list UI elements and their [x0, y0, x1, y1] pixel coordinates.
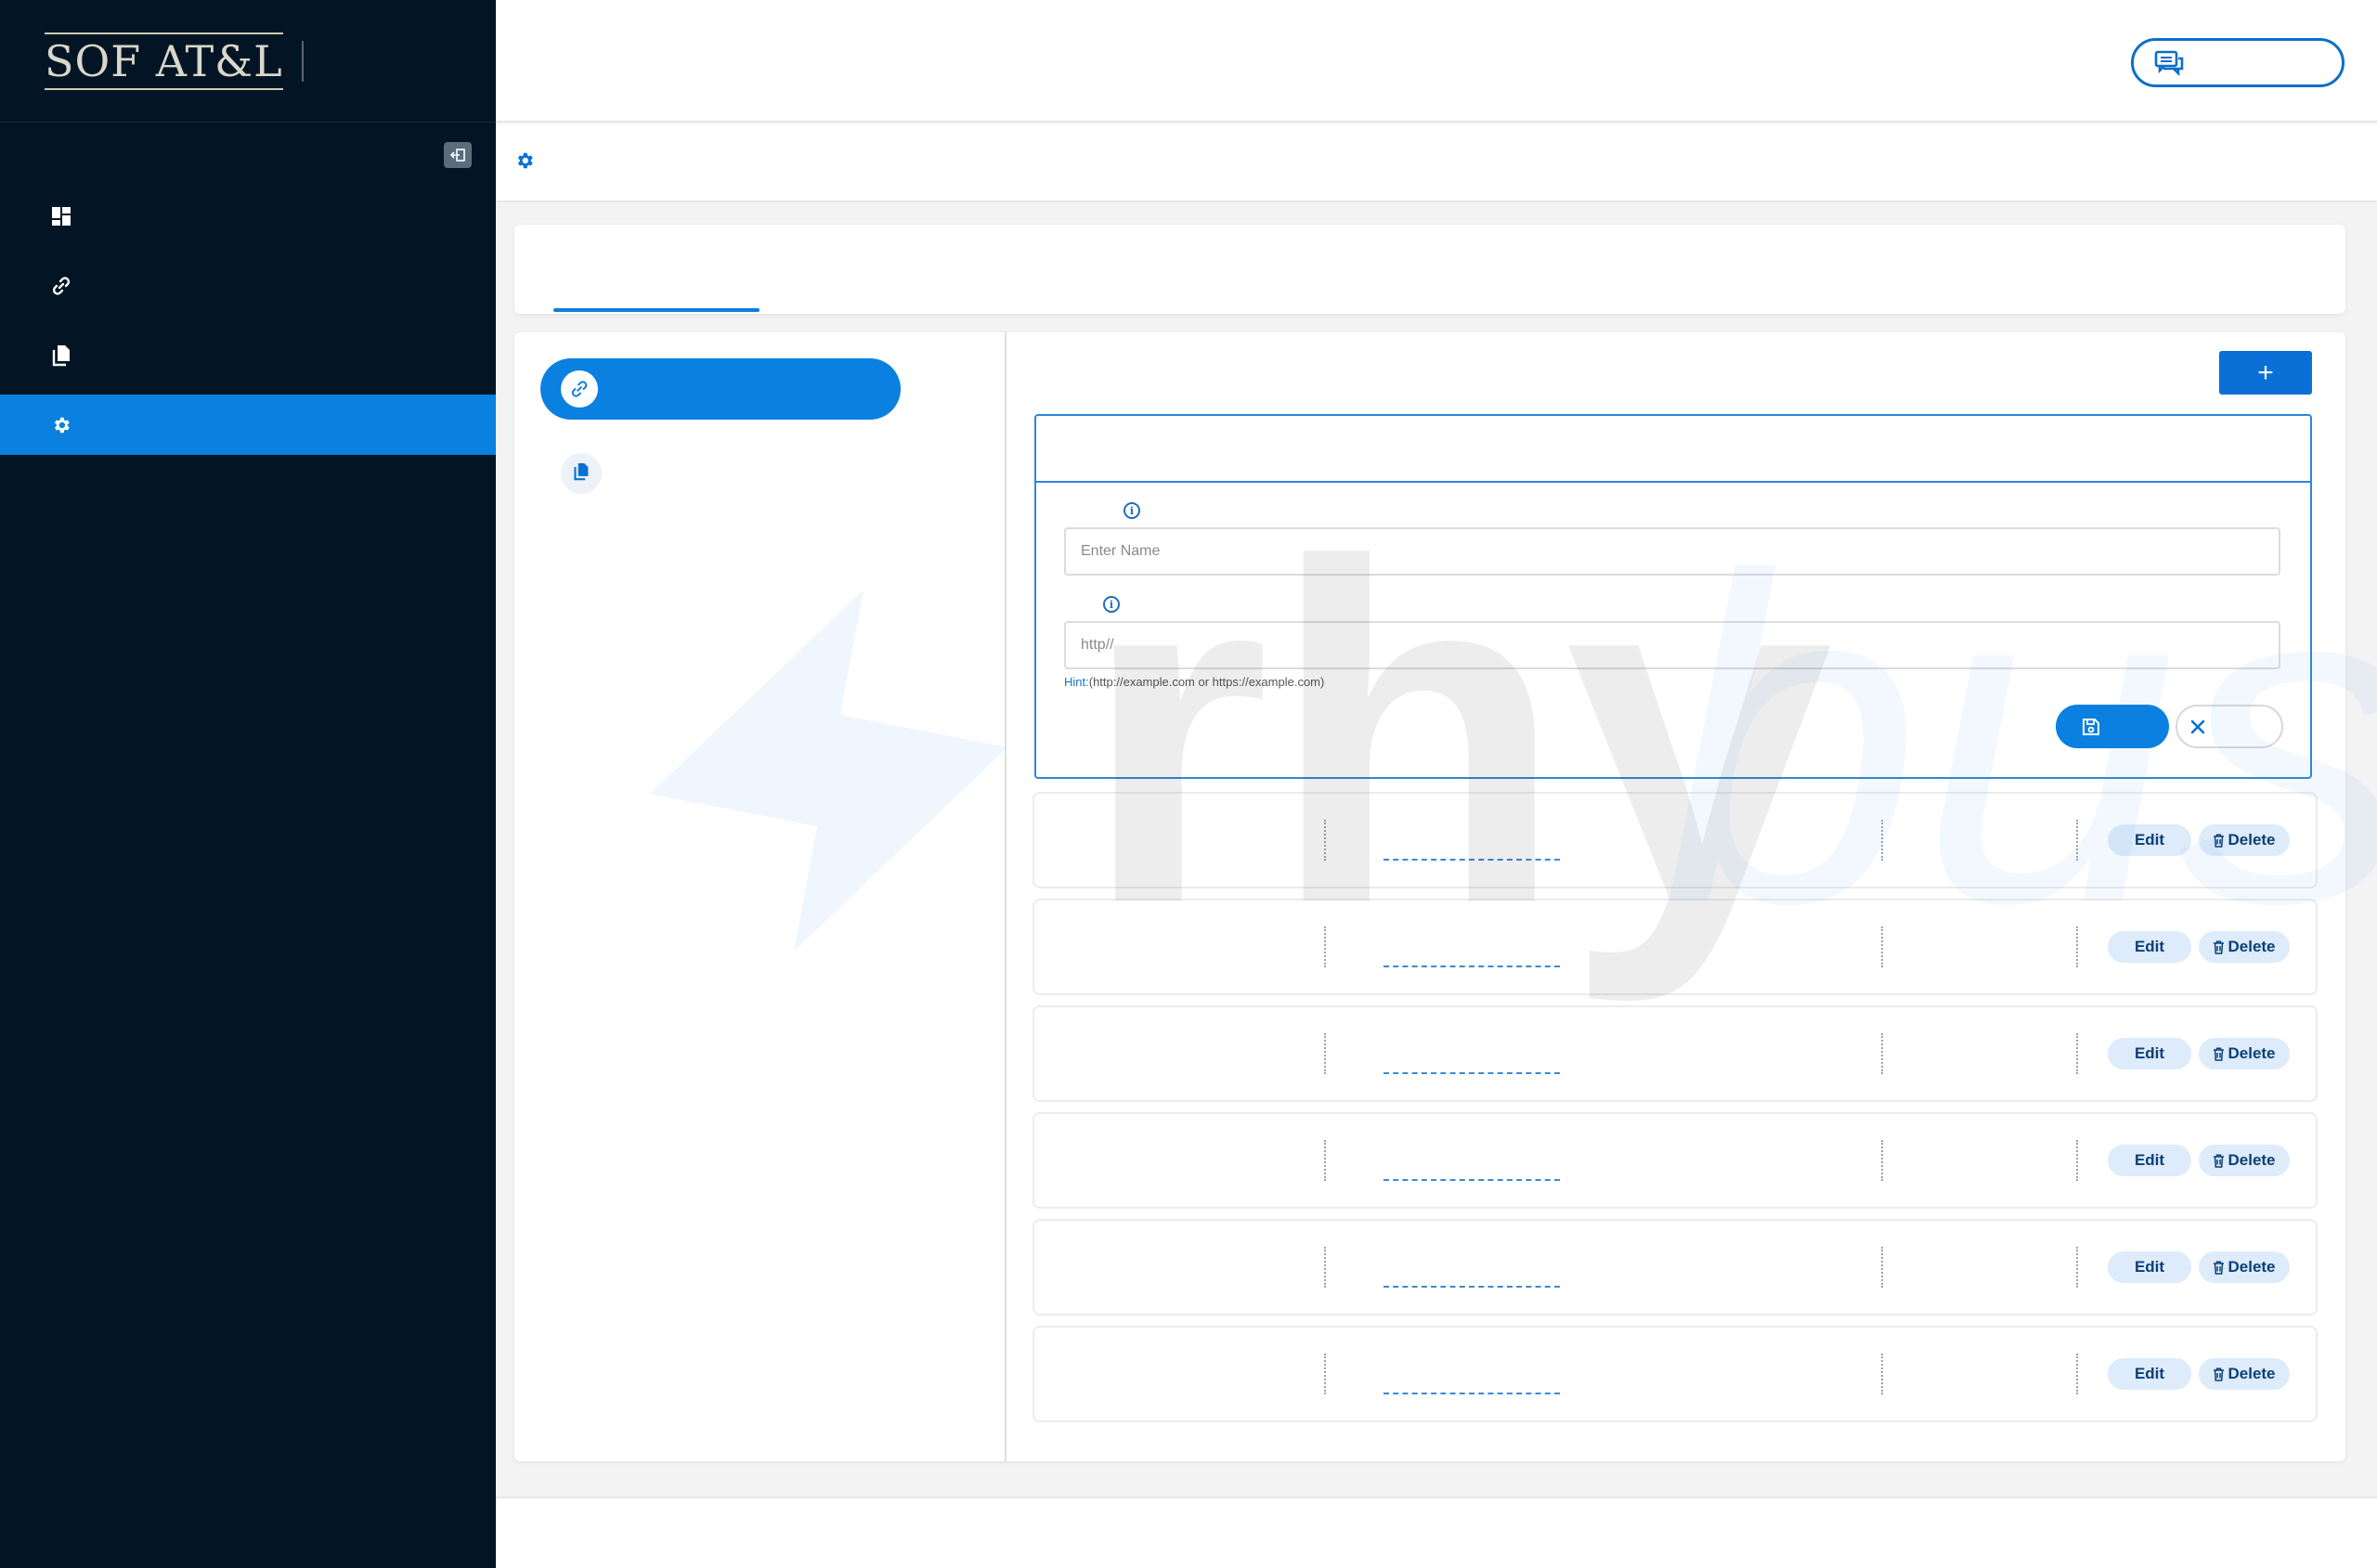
info-icon[interactable]: i [1103, 596, 1120, 613]
edit-button[interactable]: Edit [2108, 1358, 2191, 1390]
column-divider [2076, 1140, 2078, 1181]
chat-icon [2154, 50, 2184, 76]
trash-icon [2214, 940, 2225, 954]
link-url[interactable] [1383, 1072, 1560, 1074]
app-logo[interactable]: SOF AT&L [45, 32, 283, 90]
edit-button[interactable]: Edit [2108, 824, 2191, 856]
column-divider [1881, 1140, 1883, 1181]
dashboard-icon [50, 205, 72, 227]
top-header [496, 0, 2377, 123]
category-item-links[interactable] [540, 358, 901, 420]
page-subheader [496, 124, 2377, 202]
link-url[interactable] [1383, 1286, 1560, 1288]
column-divider [1881, 1033, 1883, 1074]
column-divider [1324, 1033, 1326, 1074]
edit-button[interactable]: Edit [2108, 931, 2191, 963]
sidebar: SOF AT&L [0, 0, 496, 1568]
trash-icon [2214, 1367, 2225, 1381]
logo-area: SOF AT&L [0, 0, 496, 123]
sidebar-item-links[interactable] [0, 255, 496, 316]
delete-button[interactable]: Delete [2199, 1358, 2290, 1390]
list-item: Edit Delete [1034, 1328, 2316, 1420]
column-divider [2076, 927, 2078, 967]
info-icon[interactable]: i [1124, 502, 1140, 519]
hint-text: (http://example.com or https://example.c… [1088, 675, 1325, 689]
sidebar-item-settings[interactable] [0, 395, 496, 455]
tab-bar [514, 225, 2345, 314]
list-item: Edit Delete [1034, 901, 2316, 993]
name-input[interactable] [1064, 527, 2280, 576]
list-item: Edit Delete [1034, 1114, 2316, 1207]
column-divider [2076, 1354, 2078, 1394]
links-list: Edit Delete Edit Delete Edit Delete Edit… [1034, 794, 2316, 1434]
list-item: Edit Delete [1034, 1221, 2316, 1314]
category-panel [514, 332, 1007, 1461]
tab-links[interactable] [553, 243, 760, 305]
sidebar-item-documents[interactable] [0, 325, 496, 385]
gear-icon [514, 150, 535, 175]
column-divider [1881, 1354, 1883, 1394]
delete-button[interactable]: Delete [2199, 1145, 2290, 1176]
collapse-icon [450, 149, 465, 162]
add-link-button[interactable]: + [2219, 351, 2312, 395]
link-icon [561, 370, 598, 408]
list-item: Edit Delete [1034, 794, 2316, 887]
main-content-card: + i i Hint:(http://example.com or https:… [514, 332, 2345, 1461]
column-divider [1324, 1140, 1326, 1181]
links-panel: + i i Hint:(http://example.com or https:… [1008, 332, 2345, 1461]
add-link-form: i i Hint:(http://example.com or https://… [1034, 414, 2312, 779]
link-url[interactable] [1383, 859, 1560, 861]
trash-icon [2214, 1260, 2225, 1275]
column-divider [1324, 1354, 1326, 1394]
edit-button[interactable]: Edit [2108, 1038, 2191, 1069]
edit-button[interactable]: Edit [2108, 1251, 2191, 1283]
column-divider [1881, 927, 1883, 967]
logo-text: SOF AT&L [45, 32, 283, 90]
url-input[interactable] [1064, 621, 2280, 669]
gear-icon [50, 414, 72, 436]
delete-button[interactable]: Delete [2199, 1038, 2290, 1069]
column-divider [2076, 1247, 2078, 1288]
link-icon [50, 275, 72, 297]
url-hint: Hint:(http://example.com or https://exam… [1064, 675, 1324, 689]
column-divider [1324, 820, 1326, 861]
link-url[interactable] [1383, 1393, 1560, 1394]
edit-button[interactable]: Edit [2108, 1145, 2191, 1176]
link-url[interactable] [1383, 965, 1560, 967]
column-divider [1324, 927, 1326, 967]
delete-button[interactable]: Delete [2199, 1251, 2290, 1283]
footer [496, 1497, 2377, 1568]
category-item-documents[interactable] [561, 453, 602, 494]
column-divider [1324, 1247, 1326, 1288]
list-item: Edit Delete [1034, 1007, 2316, 1100]
save-button[interactable] [2056, 705, 2169, 748]
trash-icon [2214, 1046, 2225, 1061]
save-icon [2083, 718, 2099, 735]
trash-icon [2214, 833, 2225, 848]
collapse-sidebar-button[interactable] [444, 142, 472, 168]
close-icon [2190, 719, 2205, 733]
documents-icon [50, 344, 72, 367]
chat-button[interactable] [2131, 38, 2345, 87]
sidebar-item-dashboard[interactable] [0, 186, 496, 246]
hint-label: Hint: [1064, 675, 1089, 689]
column-divider [1881, 1247, 1883, 1288]
delete-button[interactable]: Delete [2199, 931, 2290, 963]
column-divider [1881, 820, 1883, 861]
sidebar-nav [0, 186, 496, 464]
column-divider [2076, 820, 2078, 861]
trash-icon [2214, 1153, 2225, 1168]
delete-button[interactable]: Delete [2199, 824, 2290, 856]
active-tab-indicator [553, 308, 760, 312]
cancel-button[interactable] [2176, 705, 2283, 748]
documents-icon [573, 462, 590, 486]
form-header [1036, 416, 2310, 483]
logo-separator [301, 40, 304, 82]
link-url[interactable] [1383, 1179, 1560, 1181]
column-divider [2076, 1033, 2078, 1074]
